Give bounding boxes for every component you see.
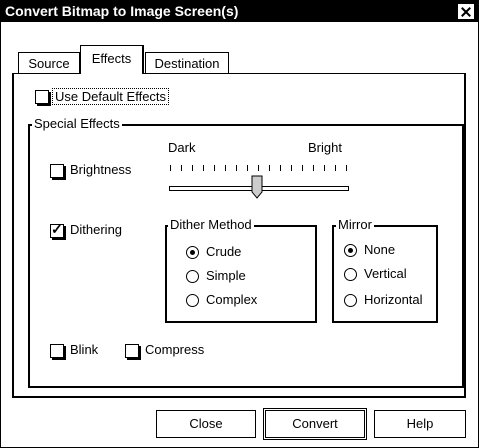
slider-tick: [324, 165, 325, 171]
dithering-label: Dithering: [70, 222, 123, 237]
slider-tick: [313, 165, 314, 171]
special-effects-title: Special Effects: [32, 116, 122, 131]
dither-crude-radio[interactable]: [186, 246, 199, 259]
slider-tick: [170, 165, 171, 171]
title-bar: Convert Bitmap to Image Screen(s): [1, 1, 478, 22]
tab-source[interactable]: Source: [18, 52, 80, 74]
dithering-checkbox[interactable]: [50, 221, 64, 238]
slider-tick: [291, 165, 292, 171]
help-button[interactable]: Help: [374, 410, 466, 438]
use-default-effects-label: Use Default Effects: [52, 88, 170, 105]
mirror-vertical-label: Vertical: [364, 266, 407, 281]
dither-complex-radio[interactable]: [186, 294, 199, 307]
dither-simple-radio[interactable]: [186, 270, 199, 283]
slider-tick: [214, 165, 215, 171]
brightness-checkbox[interactable]: [50, 164, 64, 178]
mirror-vertical-radio[interactable]: [344, 268, 357, 281]
mirror-none-radio[interactable]: [344, 244, 357, 257]
mirror-title: Mirror: [336, 217, 374, 232]
convert-button[interactable]: Convert: [263, 408, 367, 440]
mirror-horizontal-radio[interactable]: [344, 294, 357, 307]
compress-checkbox[interactable]: [125, 344, 139, 358]
slider-tick: [258, 165, 259, 171]
dither-complex-label: Complex: [206, 292, 258, 307]
dither-crude-label: Crude: [206, 244, 242, 259]
slider-tick: [346, 165, 347, 171]
use-default-effects-checkbox[interactable]: [35, 90, 49, 104]
slider-tick: [236, 165, 237, 171]
blink-checkbox[interactable]: [50, 344, 64, 358]
close-button[interactable]: Close: [156, 410, 256, 438]
dither-simple-label: Simple: [206, 268, 246, 283]
mirror-none-label: None: [364, 242, 396, 257]
brightness-label: Brightness: [70, 162, 132, 177]
slider-tick: [225, 165, 226, 171]
close-icon[interactable]: [458, 4, 474, 19]
blink-label: Blink: [70, 342, 99, 357]
dither-method-title: Dither Method: [168, 217, 254, 232]
window-title: Convert Bitmap to Image Screen(s): [5, 3, 239, 19]
slider-tick: [335, 165, 336, 171]
slider-tick: [247, 165, 248, 171]
slider-tick: [302, 165, 303, 171]
brightness-slider-thumb[interactable]: [251, 175, 263, 199]
tab-effects[interactable]: Effects: [80, 45, 144, 74]
slider-dark-label: Dark: [168, 140, 196, 155]
tab-destination[interactable]: Destination: [145, 52, 229, 74]
compress-label: Compress: [145, 342, 205, 357]
mirror-horizontal-label: Horizontal: [364, 292, 423, 307]
slider-tick: [280, 165, 281, 171]
slider-tick: [269, 165, 270, 171]
slider-bright-label: Bright: [308, 140, 342, 155]
slider-tick: [192, 165, 193, 171]
slider-tick: [203, 165, 204, 171]
slider-tick: [181, 165, 182, 171]
